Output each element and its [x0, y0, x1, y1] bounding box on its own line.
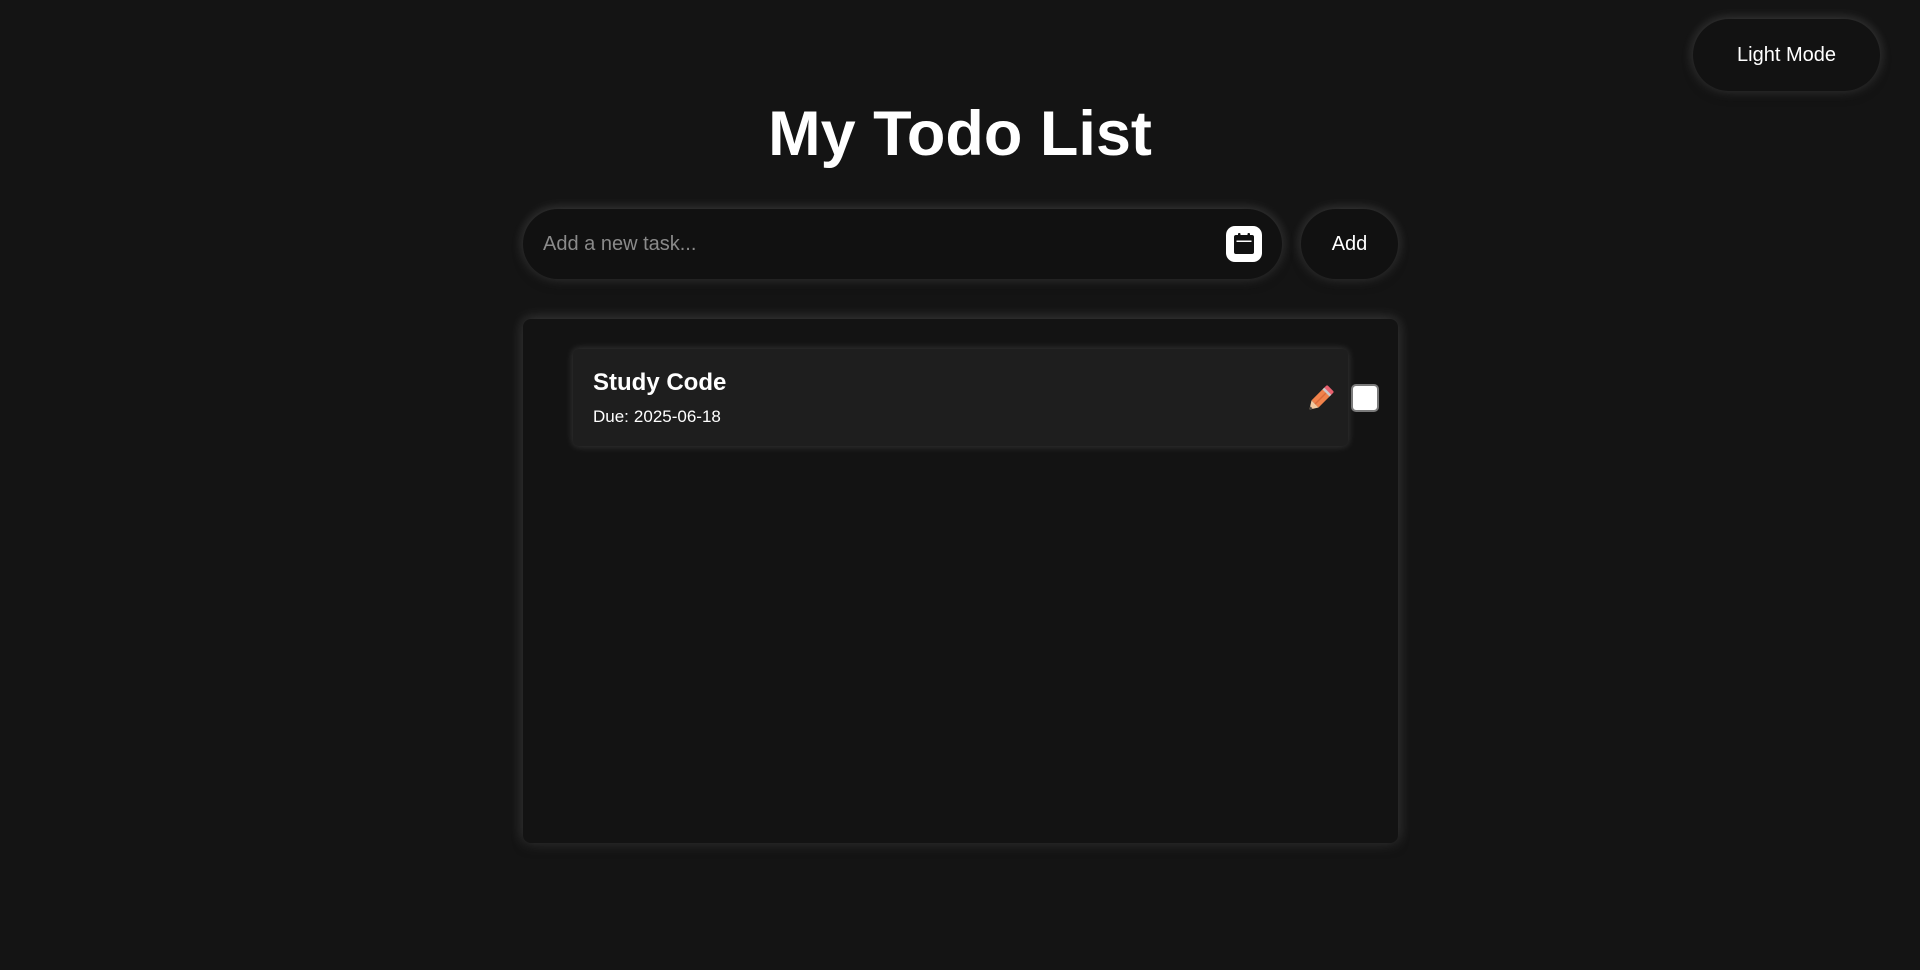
- date-picker-button[interactable]: [1226, 226, 1262, 262]
- calendar-icon: [1234, 233, 1254, 254]
- todo-list-panel: Study Code Due: 2025-06-18: [523, 319, 1398, 843]
- todo-due-value: 2025-06-18: [633, 407, 721, 426]
- new-task-input[interactable]: [543, 209, 1183, 279]
- add-task-button[interactable]: Add: [1301, 209, 1398, 279]
- light-mode-toggle-button[interactable]: Light Mode: [1693, 19, 1880, 91]
- new-task-input-container: [523, 209, 1282, 279]
- pencil-icon[interactable]: [1303, 382, 1337, 416]
- todo-title: Study Code: [593, 369, 727, 396]
- todo-complete-checkbox[interactable]: [1351, 384, 1379, 412]
- page-title: My Todo List: [768, 99, 1152, 169]
- todo-item: Study Code Due: 2025-06-18: [573, 349, 1379, 446]
- todo-due-date: Due: 2025-06-18: [593, 407, 721, 427]
- todo-due-label: Due:: [593, 407, 629, 426]
